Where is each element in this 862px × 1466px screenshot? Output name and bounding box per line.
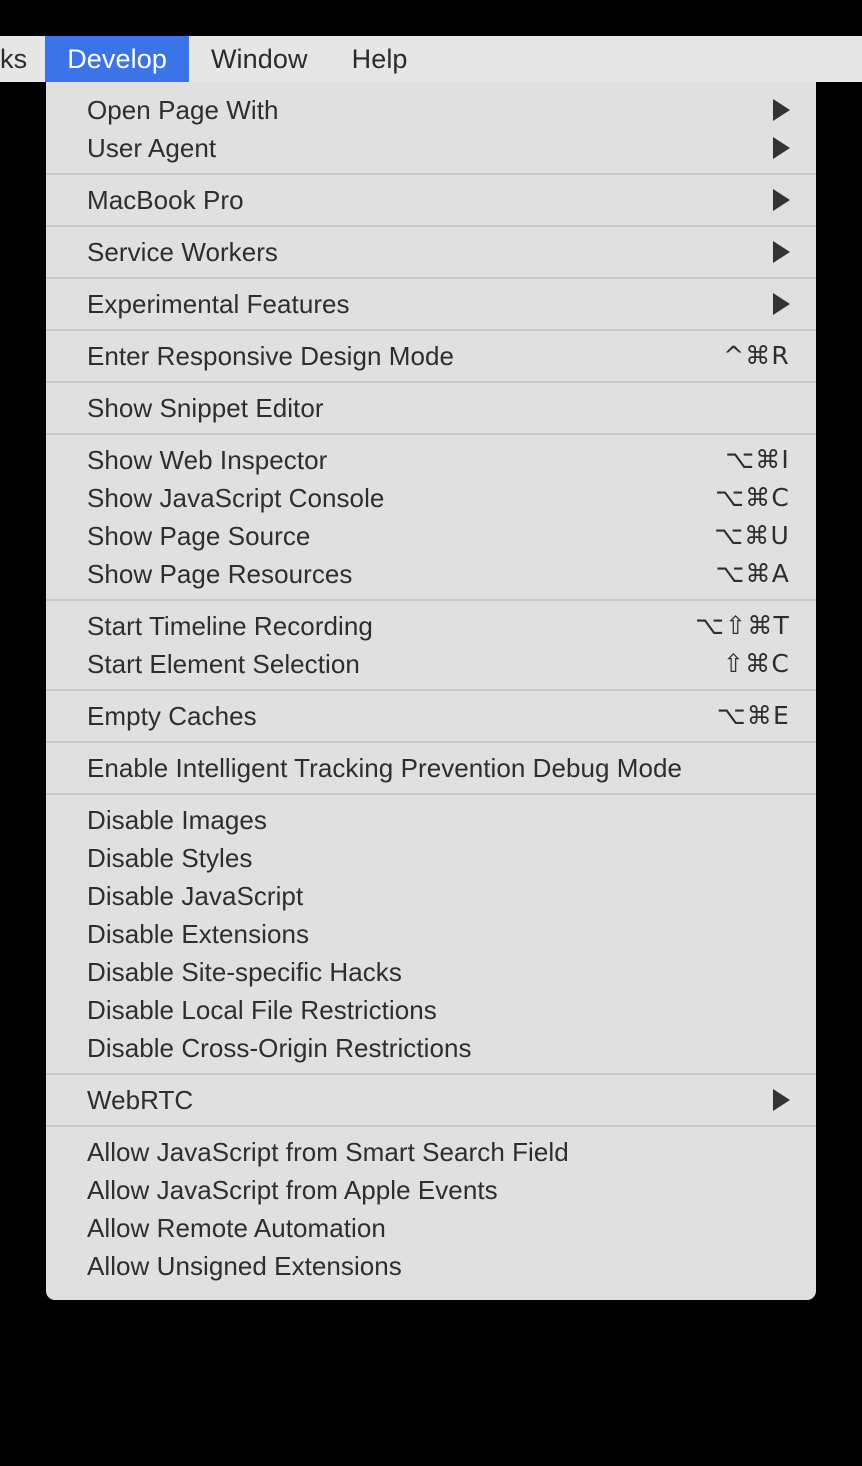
menu-item-label: Show JavaScript Console <box>87 483 385 513</box>
menu-group: Service Workers <box>46 227 816 277</box>
menu-group: Show Web Inspector ⌥⌘I Show JavaScript Con… <box>46 435 816 599</box>
menu-item-experimental-features[interactable]: Experimental Features <box>46 285 816 323</box>
menu-group: Experimental Features <box>46 279 816 329</box>
menu-item-enable-intelligent-tracking-prevention-debug-mode[interactable]: Enable Intelligent Tracking Prevention D… <box>46 749 816 787</box>
menu-item-label: Allow Unsigned Extensions <box>87 1251 402 1281</box>
menu-item-allow-javascript-from-smart-search-field[interactable]: Allow JavaScript from Smart Search Field <box>46 1133 816 1171</box>
menubar-item-ks[interactable]: ks <box>0 36 45 82</box>
menu-item-label: Disable Local File Restrictions <box>87 995 437 1025</box>
menu-item-label: Disable Images <box>87 805 267 835</box>
menu-item-label: Show Page Source <box>87 521 311 551</box>
menu-group: Empty Caches ⌥⌘E <box>46 691 816 741</box>
menubar-item-label: Help <box>351 43 408 74</box>
menubar-item-label: Develop <box>67 43 167 74</box>
menu-item-label: Allow JavaScript from Smart Search Field <box>87 1137 569 1167</box>
menu-item-disable-extensions[interactable]: Disable Extensions <box>46 915 816 953</box>
develop-menu-panel: Open Page With User Agent MacBook Pro Servi… <box>46 82 816 1300</box>
menu-group: Disable Images Disable Styles Disable Java… <box>46 795 816 1073</box>
menubar-item-help[interactable]: Help <box>330 36 430 82</box>
menu-group: Enable Intelligent Tracking Prevention D… <box>46 743 816 793</box>
menu-item-label: Enable Intelligent Tracking Prevention D… <box>87 753 683 783</box>
menu-item-label: Disable Site-specific Hacks <box>87 957 402 987</box>
menu-item-enter-responsive-design-mode[interactable]: Enter Responsive Design Mode ^⌘R <box>46 337 816 375</box>
menu-bar: ks Develop Window Help <box>0 36 862 82</box>
menu-group: Open Page With User Agent <box>46 85 816 173</box>
menu-item-disable-site-specific-hacks[interactable]: Disable Site-specific Hacks <box>46 953 816 991</box>
menu-item-shortcut: ⌥⌘E <box>716 701 790 730</box>
menu-item-label: Disable Styles <box>87 843 253 873</box>
menu-item-show-page-resources[interactable]: Show Page Resources ⌥⌘A <box>46 555 816 593</box>
menu-item-macbook-pro[interactable]: MacBook Pro <box>46 181 816 219</box>
menu-item-show-web-inspector[interactable]: Show Web Inspector ⌥⌘I <box>46 441 816 479</box>
menu-group: Allow JavaScript from Smart Search Field… <box>46 1127 816 1291</box>
menubar-item-label: ks <box>0 43 28 74</box>
menu-item-show-snippet-editor[interactable]: Show Snippet Editor <box>46 389 816 427</box>
menu-group: Show Snippet Editor <box>46 383 816 433</box>
menu-item-label: Start Element Selection <box>87 649 360 679</box>
menu-item-shortcut: ⌥⌘U <box>714 521 790 550</box>
menu-item-label: MacBook Pro <box>87 185 244 215</box>
menu-item-label: Experimental Features <box>87 289 350 319</box>
menu-item-shortcut: ⌥⌘I <box>725 445 790 474</box>
menubar-item-label: Window <box>210 43 308 74</box>
menu-item-label: Disable Cross-Origin Restrictions <box>87 1033 472 1063</box>
menubar-item-develop[interactable]: Develop <box>45 36 189 82</box>
menu-item-label: Open Page With <box>87 95 279 125</box>
menu-item-empty-caches[interactable]: Empty Caches ⌥⌘E <box>46 697 816 735</box>
menu-item-start-element-selection[interactable]: Start Element Selection ⇧⌘C <box>46 645 816 683</box>
menu-item-open-page-with[interactable]: Open Page With <box>46 91 816 129</box>
menu-item-allow-remote-automation[interactable]: Allow Remote Automation <box>46 1209 816 1247</box>
menu-group: Enter Responsive Design Mode ^⌘R <box>46 331 816 381</box>
menu-item-disable-images[interactable]: Disable Images <box>46 801 816 839</box>
menu-item-label: Enter Responsive Design Mode <box>87 341 455 371</box>
menu-group: MacBook Pro <box>46 175 816 225</box>
chevron-right-icon <box>773 293 790 315</box>
menu-group: Start Timeline Recording ⌥⇧⌘T Start Elemen… <box>46 601 816 689</box>
menu-item-allow-javascript-from-apple-events[interactable]: Allow JavaScript from Apple Events <box>46 1171 816 1209</box>
menu-item-user-agent[interactable]: User Agent <box>46 129 816 167</box>
menu-item-disable-javascript[interactable]: Disable JavaScript <box>46 877 816 915</box>
chevron-right-icon <box>773 241 790 263</box>
menu-item-label: User Agent <box>87 133 217 163</box>
menu-item-label: Allow Remote Automation <box>87 1213 386 1243</box>
menu-item-label: Show Page Resources <box>87 559 353 589</box>
menu-item-service-workers[interactable]: Service Workers <box>46 233 816 271</box>
menu-item-label: Show Snippet Editor <box>87 393 324 423</box>
menu-item-start-timeline-recording[interactable]: Start Timeline Recording ⌥⇧⌘T <box>46 607 816 645</box>
menu-item-disable-styles[interactable]: Disable Styles <box>46 839 816 877</box>
chevron-right-icon <box>773 137 790 159</box>
chevron-right-icon <box>773 1089 790 1111</box>
desktop-screen: ks Develop Window Help Open Page With User A… <box>0 0 862 1466</box>
menu-item-label: Show Web Inspector <box>87 445 328 475</box>
menu-item-label: Disable JavaScript <box>87 881 304 911</box>
menu-item-label: Start Timeline Recording <box>87 611 373 641</box>
menu-item-webrtc[interactable]: WebRTC <box>46 1081 816 1119</box>
menu-item-show-javascript-console[interactable]: Show JavaScript Console ⌥⌘C <box>46 479 816 517</box>
menu-item-shortcut: ⌥⌘A <box>715 559 790 588</box>
menu-item-disable-cross-origin-restrictions[interactable]: Disable Cross-Origin Restrictions <box>46 1029 816 1067</box>
menu-item-label: WebRTC <box>87 1085 194 1115</box>
menu-item-shortcut: ^⌘R <box>723 341 790 370</box>
menu-item-allow-unsigned-extensions[interactable]: Allow Unsigned Extensions <box>46 1247 816 1285</box>
menu-item-label: Allow JavaScript from Apple Events <box>87 1175 498 1205</box>
menu-item-shortcut: ⌥⇧⌘T <box>695 611 790 640</box>
menu-item-label: Disable Extensions <box>87 919 310 949</box>
chevron-right-icon <box>773 99 790 121</box>
menu-group: WebRTC <box>46 1075 816 1125</box>
menu-item-show-page-source[interactable]: Show Page Source ⌥⌘U <box>46 517 816 555</box>
menu-item-label: Empty Caches <box>87 701 257 731</box>
chevron-right-icon <box>773 189 790 211</box>
menubar-item-window[interactable]: Window <box>189 36 330 82</box>
menu-item-disable-local-file-restrictions[interactable]: Disable Local File Restrictions <box>46 991 816 1029</box>
menu-item-shortcut: ⇧⌘C <box>722 649 790 678</box>
menu-item-label: Service Workers <box>87 237 278 267</box>
menu-item-shortcut: ⌥⌘C <box>715 483 790 512</box>
